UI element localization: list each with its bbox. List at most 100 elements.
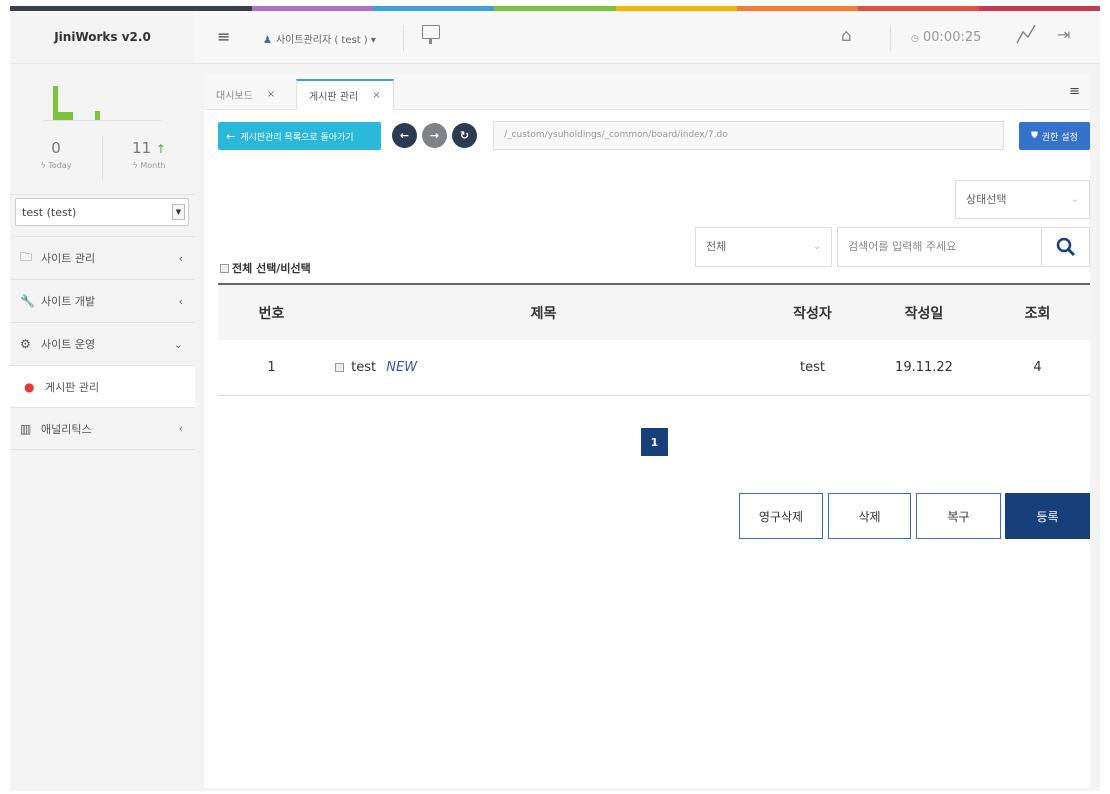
col-header-date[interactable]: 작성일 <box>863 303 985 323</box>
back-to-list-button[interactable]: ← 게시판관리 목록으로 돌아가기 <box>218 122 381 150</box>
col-header-views[interactable]: 조회 <box>985 303 1090 323</box>
clock-icon: ◷ <box>911 34 919 44</box>
wrench-icon: 🔧 <box>20 294 35 308</box>
restore-button[interactable]: 복구 <box>916 493 1001 539</box>
cell-author: test <box>800 360 825 375</box>
chevron-left-icon: ‹ <box>178 251 183 265</box>
bar-chart-icon: ▥ <box>20 421 32 436</box>
search-input[interactable]: 검색어를 입력해 주세요 <box>848 228 956 266</box>
tab-label: 게시판 관리 <box>309 92 359 103</box>
new-badge: NEW <box>386 360 418 375</box>
chart-bar <box>68 112 73 120</box>
tab-dashboard[interactable]: 대시보드 × <box>204 79 287 110</box>
timer-value: 00:00:25 <box>923 30 982 45</box>
search-icon <box>1056 237 1075 256</box>
table-header: 번호 제목 작성자 작성일 조회 <box>218 283 1090 340</box>
graph-icon[interactable] <box>1015 23 1037 45</box>
row-checkbox[interactable] <box>335 363 344 372</box>
tab-bar: 대시보드 × 게시판 관리 × ≡ <box>204 73 1090 110</box>
status-select-value: 상태선택 <box>966 193 1007 206</box>
col-header-no[interactable]: 번호 <box>218 303 325 323</box>
hamburger-icon[interactable]: ≡ <box>217 27 230 46</box>
col-header-author[interactable]: 작성자 <box>762 303 863 323</box>
permission-button-label: 권한 설정 <box>1041 132 1078 143</box>
refresh-icon[interactable]: ↻ <box>452 123 477 148</box>
topbar-divider <box>890 25 891 51</box>
sidebar-item-site-management[interactable]: 🗀 사이트 관리 ‹ <box>10 236 195 279</box>
sidebar-item-label: 사이트 관리 <box>41 252 96 265</box>
logout-icon[interactable]: ⇥ <box>1057 25 1070 44</box>
sidebar-item-label: 애널리틱스 <box>41 422 92 436</box>
topbar-divider <box>403 25 404 51</box>
pagination-page-1[interactable]: 1 <box>641 428 668 456</box>
col-header-title[interactable]: 제목 <box>325 303 762 323</box>
table-row[interactable]: 1 test NEW test 19.11.22 4 <box>218 340 1090 396</box>
bolt-icon: ϟ <box>40 161 46 170</box>
permanent-delete-button[interactable]: 영구삭제 <box>739 493 823 539</box>
caret-down-icon: ▼ <box>172 204 185 220</box>
gears-icon: ⚙ <box>20 337 31 351</box>
user-label: 사이트관리자 ( test ) ▾ <box>275 35 376 46</box>
arrow-left-icon: ← <box>226 129 236 143</box>
select-all-toggle[interactable]: 전체 선택/비선택 <box>220 260 311 276</box>
search-field-value: 전체 <box>706 240 727 253</box>
chat-bubble-icon: ● <box>24 379 35 394</box>
select-all-label: 전체 선택/비선택 <box>232 262 311 275</box>
nav-back-icon[interactable]: ← <box>392 123 417 148</box>
nav-forward-icon[interactable]: → <box>422 123 447 148</box>
shield-icon: ⛊ <box>1031 131 1038 141</box>
close-icon[interactable]: × <box>372 90 380 101</box>
sidebar-item-board-management[interactable]: ● 게시판 관리 <box>10 365 195 407</box>
sidebar-item-label: 게시판 관리 <box>45 380 100 394</box>
visitor-mini-chart <box>43 86 161 121</box>
status-select[interactable]: 상태선택 ⌄ <box>955 180 1090 219</box>
stat-today: 0 ϟ Today <box>10 139 102 170</box>
sidebar: JiniWorks v2.0 0 ϟ Today 11 ↑ ϟ Month te… <box>10 11 195 791</box>
cell-title[interactable]: test NEW <box>325 360 762 375</box>
search-button[interactable] <box>1041 228 1089 266</box>
register-button[interactable]: 등록 <box>1005 493 1090 539</box>
home-icon[interactable]: ⌂ <box>841 26 852 46</box>
chevron-left-icon: ‹ <box>178 422 183 435</box>
tab-board-management[interactable]: 게시판 관리 × <box>296 79 394 110</box>
folder-icon: 🗀 <box>20 249 33 264</box>
permission-settings-button[interactable]: ⛊ 권한 설정 <box>1019 122 1090 150</box>
arrow-up-icon: ↑ <box>155 142 166 156</box>
sidebar-item-label: 사이트 운영 <box>41 338 96 351</box>
month-value: 11 <box>132 139 152 157</box>
select-all-checkbox[interactable] <box>220 263 229 273</box>
search-field-select[interactable]: 전체 ⌄ <box>695 227 832 267</box>
back-button-label: 게시판관리 목록으로 돌아가기 <box>240 132 354 143</box>
monitor-icon[interactable] <box>422 25 440 44</box>
search-box[interactable]: 검색어를 입력해 주세요 <box>837 227 1090 267</box>
sidebar-menu: 🗀 사이트 관리 ‹ 🔧 사이트 개발 ‹ ⚙ 사이트 운영 ⌄ ● 게시판 관… <box>10 236 195 450</box>
sidebar-item-analytics[interactable]: ▥ 애널리틱스 ‹ <box>10 407 195 450</box>
sidebar-item-site-operation[interactable]: ⚙ 사이트 운영 ⌄ <box>10 322 195 365</box>
sidebar-item-site-development[interactable]: 🔧 사이트 개발 ‹ <box>10 279 195 322</box>
chevron-left-icon: ‹ <box>178 294 183 308</box>
site-select[interactable]: test (test) ▼ <box>15 198 189 226</box>
cell-no: 1 <box>267 360 276 375</box>
visitor-stats: 0 ϟ Today 11 ↑ ϟ Month <box>10 64 195 195</box>
delete-button[interactable]: 삭제 <box>828 493 911 539</box>
post-title-link[interactable]: test <box>351 360 376 375</box>
user-icon: ♟ <box>263 35 272 46</box>
site-select-value: test (test) <box>22 205 77 219</box>
user-menu[interactable]: ♟ 사이트관리자 ( test ) ▾ <box>263 31 376 46</box>
sidebar-item-label: 사이트 개발 <box>41 295 96 308</box>
app-logo[interactable]: JiniWorks v2.0 <box>10 11 195 64</box>
tab-label: 대시보드 <box>216 91 253 102</box>
tab-menu-icon[interactable]: ≡ <box>1069 84 1080 99</box>
today-value: 0 <box>51 139 61 157</box>
url-field[interactable]: /_custom/ysuholdings/_common/board/index… <box>493 121 1004 150</box>
main-content: 대시보드 × 게시판 관리 × ≡ ← 게시판관리 목록으로 돌아가기 ← → … <box>204 73 1090 788</box>
bolt-icon: ϟ <box>132 161 138 170</box>
chart-bar <box>95 111 100 120</box>
session-timer: ◷ 00:00:25 <box>911 30 981 45</box>
close-icon[interactable]: × <box>267 89 275 100</box>
cell-views: 4 <box>1033 360 1042 375</box>
month-label: Month <box>140 161 166 170</box>
chevron-down-icon: ⌄ <box>812 241 821 252</box>
cell-date: 19.11.22 <box>895 360 953 375</box>
chevron-down-icon: ⌄ <box>173 337 183 351</box>
